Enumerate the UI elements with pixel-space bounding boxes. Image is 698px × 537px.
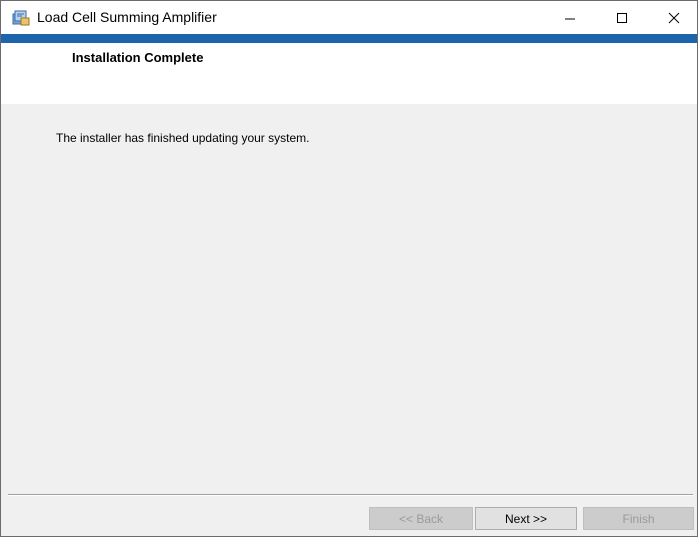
- window-title: Load Cell Summing Amplifier: [37, 9, 217, 25]
- installer-window: Load Cell Summing Amplifier Installation…: [0, 0, 698, 537]
- maximize-button[interactable]: [599, 1, 645, 34]
- maximize-icon: [617, 12, 627, 23]
- completion-message: The installer has finished updating your…: [56, 131, 310, 145]
- page-title: Installation Complete: [72, 50, 204, 65]
- close-icon: [668, 12, 680, 23]
- finish-button[interactable]: Finish: [583, 507, 694, 530]
- minimize-button[interactable]: [547, 1, 593, 34]
- wizard-header: Installation Complete: [1, 43, 697, 104]
- minimize-icon: [565, 18, 575, 19]
- next-button[interactable]: Next >>: [475, 507, 577, 530]
- back-button[interactable]: << Back: [369, 507, 473, 530]
- accent-bar: [1, 34, 697, 43]
- installer-icon: [12, 9, 30, 26]
- title-bar[interactable]: Load Cell Summing Amplifier: [1, 1, 697, 34]
- footer-divider-highlight: [8, 495, 693, 496]
- close-button[interactable]: [651, 1, 697, 34]
